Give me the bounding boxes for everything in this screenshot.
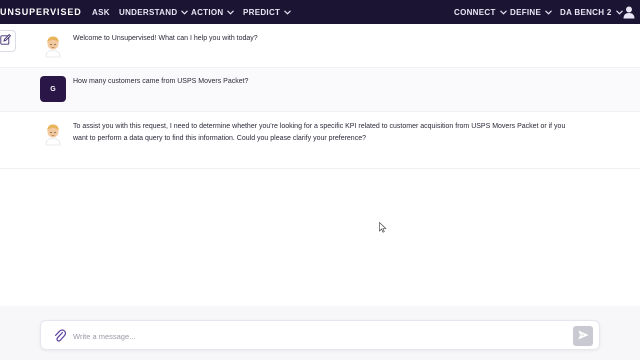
- workspace-label: DA BENCH 2: [560, 7, 612, 17]
- nav-understand-label: UNDERSTAND: [119, 7, 178, 17]
- chat-message-user: G How many customers came from USPS Move…: [0, 68, 640, 112]
- top-navbar: UNSUPERVISED ASK UNDERSTAND ACTION PREDI…: [0, 0, 640, 24]
- mouse-cursor-icon: [379, 220, 387, 233]
- nav-action[interactable]: ACTION: [191, 0, 235, 24]
- user-profile-icon[interactable]: [622, 5, 636, 19]
- chat-message-assistant: Welcome to Unsupervised! What can I help…: [0, 24, 640, 68]
- chevron-down-icon: [284, 9, 292, 15]
- assistant-avatar: [40, 121, 66, 147]
- chevron-down-icon: [499, 9, 507, 15]
- nav-predict-label: PREDICT: [243, 7, 281, 17]
- chevron-down-icon: [181, 9, 189, 15]
- nav-connect-label: CONNECT: [454, 7, 496, 17]
- brand-logo[interactable]: UNSUPERVISED: [0, 0, 82, 24]
- nav-ask[interactable]: ASK: [92, 0, 110, 24]
- nav-ask-label: ASK: [92, 7, 110, 17]
- nav-understand[interactable]: UNDERSTAND: [119, 0, 189, 24]
- paperclip-icon[interactable]: [53, 328, 67, 344]
- user-avatar: G: [40, 76, 66, 102]
- send-button[interactable]: [573, 326, 593, 346]
- message-text: How many customers came from USPS Movers…: [73, 78, 249, 85]
- chevron-down-icon: [227, 9, 235, 15]
- workspace-selector[interactable]: DA BENCH 2: [560, 0, 623, 24]
- chat-message-assistant: To assist you with this request, I need …: [0, 112, 640, 169]
- nav-define-label: DEFINE: [510, 7, 542, 17]
- message-text: Welcome to Unsupervised! What can I help…: [73, 35, 258, 42]
- nav-define[interactable]: DEFINE: [510, 0, 553, 24]
- assistant-avatar: [40, 33, 66, 59]
- nav-action-label: ACTION: [191, 7, 224, 17]
- message-input[interactable]: [73, 327, 563, 345]
- message-composer: [40, 320, 600, 350]
- nav-predict[interactable]: PREDICT: [243, 0, 292, 24]
- send-icon: [578, 327, 589, 345]
- nav-connect[interactable]: CONNECT: [454, 0, 507, 24]
- chevron-down-icon: [545, 9, 553, 15]
- message-text: To assist you with this request, I need …: [73, 123, 566, 142]
